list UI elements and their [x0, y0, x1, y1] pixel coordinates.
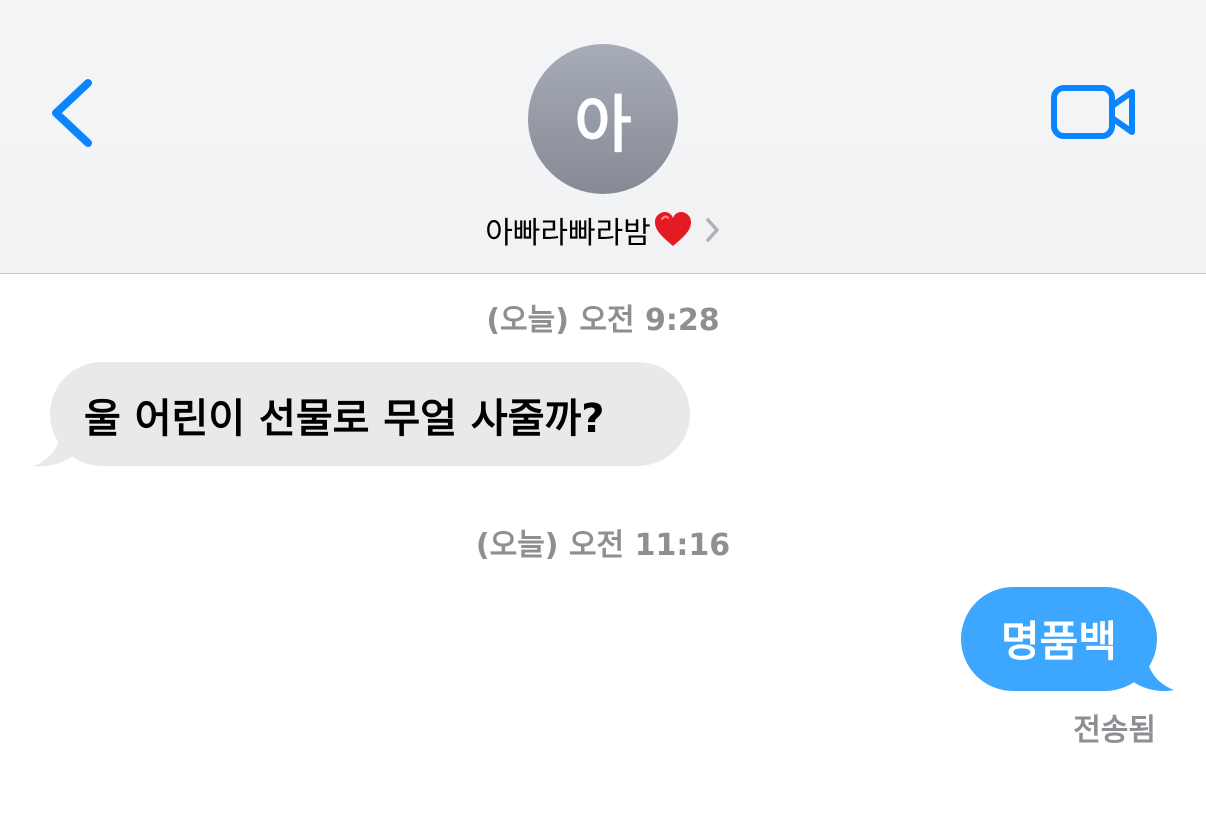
contact-name-button[interactable]: 아빠라빠라밤	[0, 206, 1206, 254]
video-camera-icon	[1051, 85, 1135, 139]
back-button[interactable]	[44, 75, 100, 151]
avatar-initial: 아	[574, 88, 632, 161]
message-timestamp: (오늘) 오전 11:16	[475, 528, 731, 563]
outgoing-message-text: 명품백	[1001, 617, 1117, 666]
contact-avatar[interactable]: 아	[528, 44, 678, 194]
heart-icon	[654, 212, 691, 246]
chevron-left-icon	[52, 79, 92, 147]
conversation-header: 아 아빠라빠라밤	[0, 0, 1206, 274]
message-timestamp: (오늘) 오전 9:28	[486, 303, 720, 338]
chevron-right-icon	[706, 218, 719, 242]
incoming-message-text: 울 어린이 선물로 무얼 사줄까?	[84, 396, 605, 442]
facetime-video-button[interactable]	[1048, 82, 1140, 142]
contact-name: 아빠라빠라밤	[485, 216, 651, 251]
delivery-status: 전송됨	[1073, 713, 1156, 748]
